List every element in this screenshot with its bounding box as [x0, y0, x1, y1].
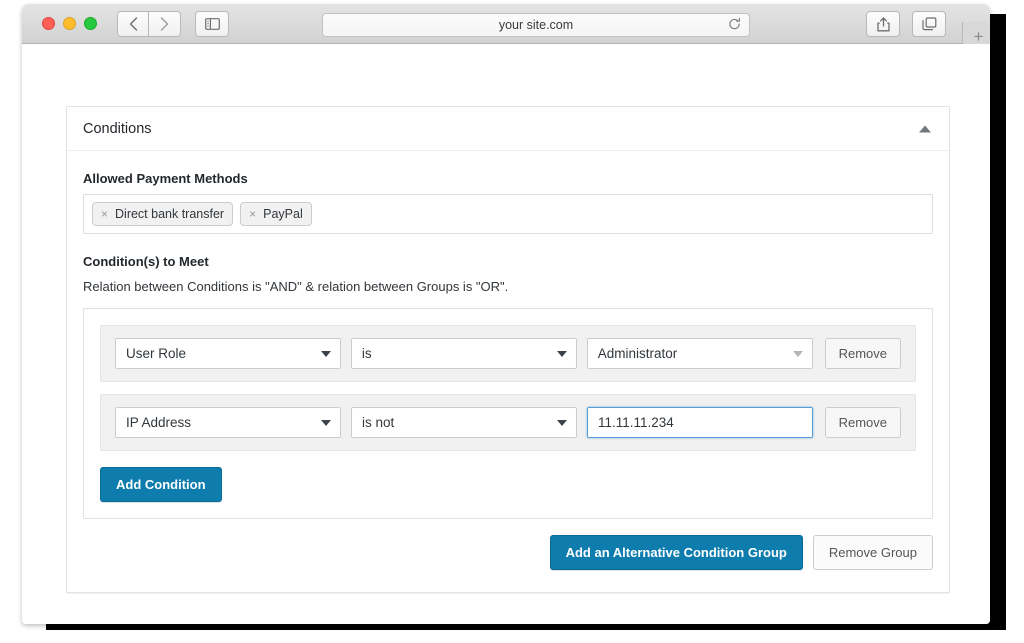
browser-toolbar-right [866, 11, 946, 37]
condition-operator-select[interactable]: is [350, 338, 577, 369]
payment-method-tag[interactable]: × Direct bank transfer [92, 202, 234, 226]
condition-field-select[interactable]: IP Address [115, 407, 341, 438]
page-title: Conditions [83, 120, 152, 137]
payment-method-tag-label: Direct bank transfer [115, 207, 225, 221]
conditions-panel-body: Allowed Payment Methods × Direct bank tr… [67, 151, 949, 592]
condition-operator-value: is not [361, 415, 395, 430]
back-button[interactable] [117, 10, 149, 37]
allowed-payment-methods-label: Allowed Payment Methods [83, 171, 248, 186]
remove-tag-icon[interactable]: × [101, 205, 108, 223]
conditions-panel: Conditions Allowed Payment Methods × Dir… [66, 106, 950, 593]
remove-condition-button[interactable]: Remove [824, 407, 901, 438]
desktop-backdrop: your site.com + Conditions Allowed Payme… [0, 0, 1024, 643]
payment-method-tag-label: PayPal [263, 207, 303, 221]
condition-operator-select[interactable]: is not [350, 407, 577, 438]
conditions-panel-header: Conditions [67, 107, 949, 151]
chevron-down-icon [320, 350, 331, 357]
tabs-icon [921, 17, 936, 31]
sidebar-icon [204, 17, 220, 30]
payment-method-tag[interactable]: × PayPal [240, 202, 312, 226]
conditions-to-meet-label: Condition(s) to Meet [83, 254, 209, 269]
condition-value-select[interactable]: Administrator [586, 338, 813, 369]
minimize-window-button[interactable] [63, 17, 76, 30]
browser-window: your site.com + Conditions Allowed Payme… [22, 4, 990, 624]
condition-field-value: User Role [126, 346, 187, 361]
share-button[interactable] [866, 11, 900, 37]
condition-group: User Role is Administrator Remove IP Add… [83, 308, 933, 519]
remove-tag-icon[interactable]: × [249, 205, 256, 223]
url-text: your site.com [498, 18, 574, 32]
chevron-up-icon[interactable] [919, 125, 931, 132]
add-condition-button[interactable]: Add Condition [100, 467, 222, 502]
add-condition-wrapper: Add Condition [100, 467, 916, 502]
allowed-payment-methods-field[interactable]: × Direct bank transfer × PayPal [83, 194, 933, 234]
sidebar-toggle-button[interactable] [195, 10, 229, 37]
remove-group-button[interactable]: Remove Group [812, 535, 933, 570]
show-tabs-button[interactable] [912, 11, 946, 37]
chevron-down-icon [320, 419, 331, 426]
chevron-down-icon [792, 350, 803, 357]
condition-row: IP Address is not Remove [100, 394, 916, 451]
remove-condition-button[interactable]: Remove [824, 338, 901, 369]
group-actions: Add an Alternative Condition Group Remov… [83, 535, 933, 570]
chevron-right-icon [160, 16, 169, 31]
page-content: Conditions Allowed Payment Methods × Dir… [22, 44, 990, 624]
condition-operator-value: is [361, 346, 372, 361]
share-icon [876, 16, 890, 31]
condition-value-input[interactable] [586, 407, 813, 438]
forward-button[interactable] [149, 10, 181, 37]
navigation-buttons [117, 10, 181, 37]
browser-titlebar: your site.com + [22, 4, 990, 52]
condition-field-select[interactable]: User Role [115, 338, 341, 369]
condition-row: User Role is Administrator Remove [100, 325, 916, 382]
chevron-down-icon [556, 419, 567, 426]
maximize-window-button[interactable] [84, 17, 97, 30]
chevron-down-icon [556, 350, 567, 357]
chevron-left-icon [129, 16, 137, 31]
relation-note: Relation between Conditions is "AND" & r… [83, 279, 509, 294]
add-alternative-condition-group-button[interactable]: Add an Alternative Condition Group [549, 535, 803, 570]
condition-value-text: Administrator [597, 346, 678, 361]
condition-field-value: IP Address [126, 415, 192, 430]
close-window-button[interactable] [42, 17, 55, 30]
address-bar[interactable]: your site.com [322, 13, 750, 37]
reload-icon[interactable] [728, 17, 741, 33]
window-controls [42, 17, 97, 30]
